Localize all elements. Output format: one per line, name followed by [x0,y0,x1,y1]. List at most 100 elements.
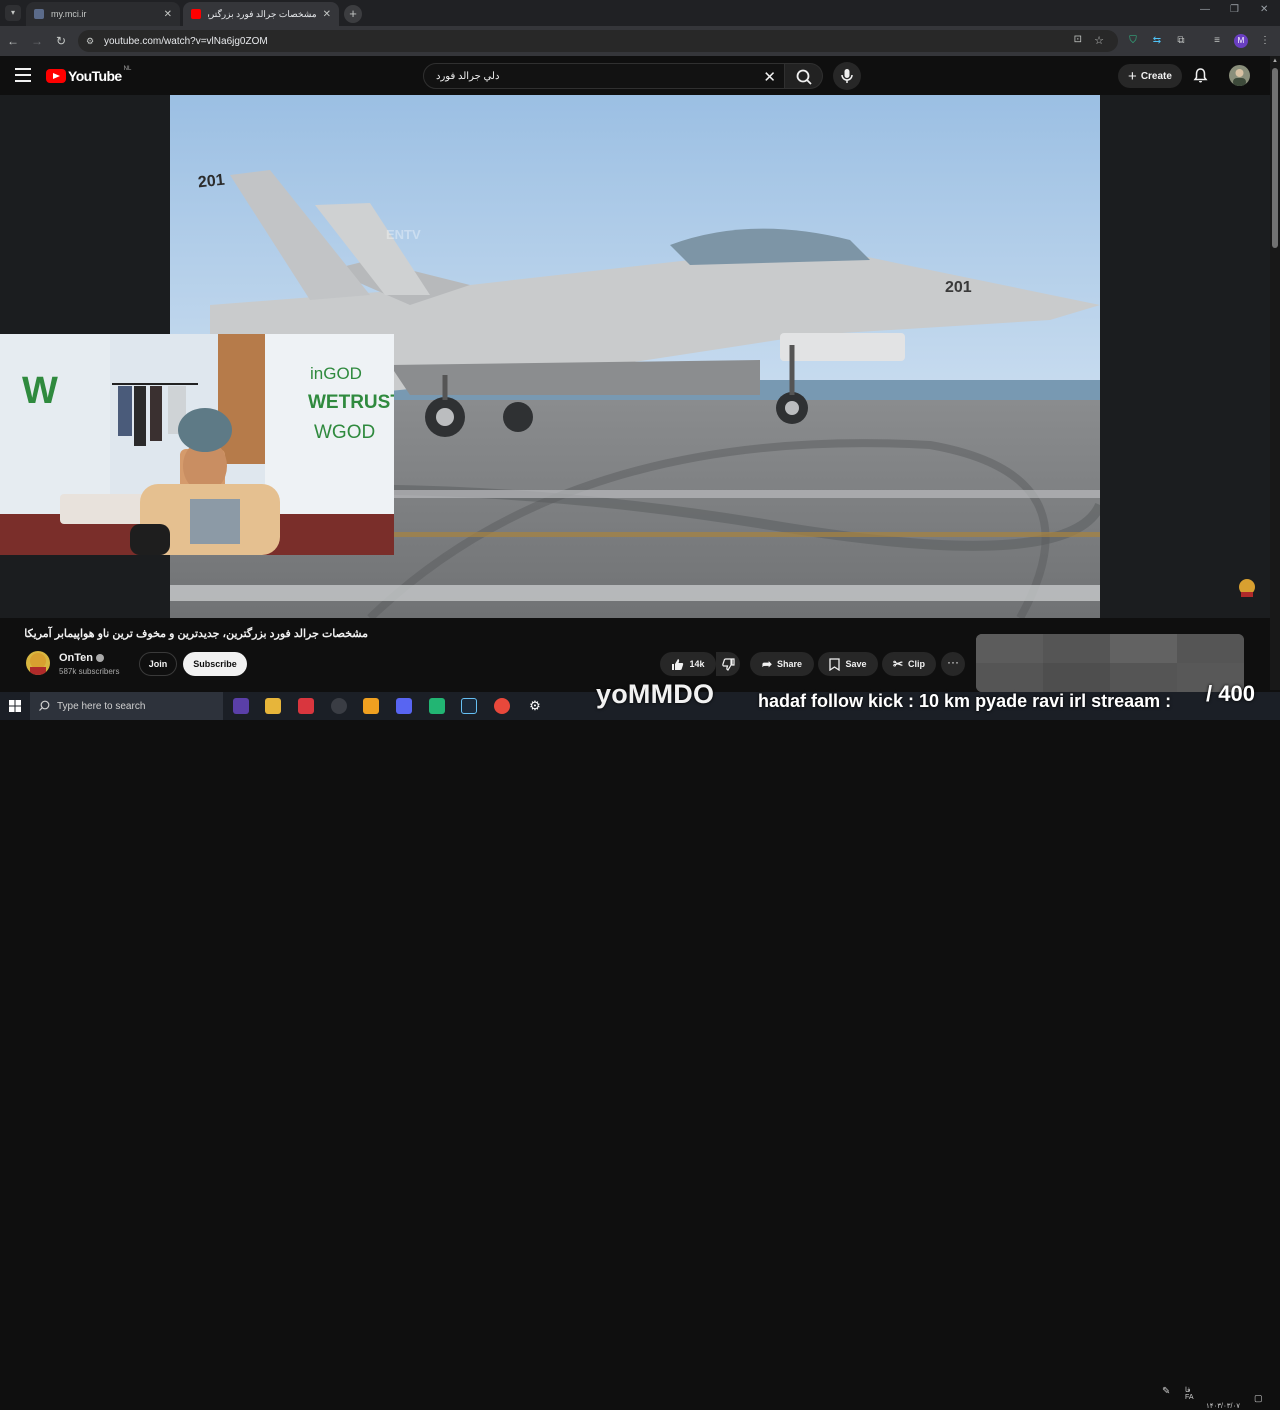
bookmark-star-icon[interactable]: ☆ [1094,34,1104,47]
scrollbar-thumb[interactable] [1272,68,1278,248]
notifications-bell-icon[interactable] [1192,67,1209,84]
video-title: مشخصات جرالد فورد بزرگترین، جدیدترین و م… [24,628,368,640]
windows-start-icon[interactable] [9,700,21,712]
address-bar[interactable]: ⚙ youtube.com/watch?v=vlNa6jg0ZOM ⊡ ☆ [78,30,1118,52]
stream-overlay-counter: / 400 [1206,681,1255,706]
search-input[interactable]: دلي جرالد فورد ✕ [423,63,785,89]
voice-search-button[interactable] [833,62,861,90]
more-actions-icon[interactable]: ··· [941,652,965,676]
sidebar-ad-thumbnail[interactable] [976,634,1244,692]
steam-icon[interactable] [461,698,477,714]
chrome-icon[interactable] [494,698,510,714]
close-tab-icon[interactable]: ✕ [323,9,331,20]
account-avatar[interactable] [1229,65,1250,86]
taskbar-search-input[interactable]: Type here to search [30,692,223,720]
dislike-button[interactable] [716,652,740,676]
minimize-icon[interactable]: — [1200,4,1210,15]
search-icon [796,69,812,85]
wall-graffiti-text: WETRUST [308,392,394,413]
close-window-icon[interactable]: ✕ [1260,4,1268,15]
install-app-icon[interactable]: ⊡ [1074,34,1082,45]
channel-name-text: OnTen [59,652,94,664]
app-icon[interactable] [363,698,379,714]
like-button[interactable]: 14k [660,652,716,676]
settings-gear-icon[interactable]: ⚙ [527,698,543,714]
wall-graffiti-text: WGOD [314,422,376,443]
app-icon[interactable] [298,698,314,714]
notifications-icon[interactable]: ▢ [1254,1393,1263,1404]
share-button[interactable]: ➦ Share [750,652,814,676]
tab-search-menu-icon[interactable]: ▾ [5,5,21,21]
clip-label: Clip [908,659,926,669]
input-language-indicator[interactable]: فا FA [1185,1386,1194,1401]
vpn-extension-icon[interactable]: ⛉ [1126,34,1140,48]
clip-button[interactable]: ✂ Clip [882,652,936,676]
webcam-overlay: W inGOD WETRUST WGOD [0,334,394,555]
close-tab-icon[interactable]: ✕ [164,9,172,20]
youtube-logo[interactable]: YouTube NL [46,66,132,84]
like-count: 14k [689,659,705,669]
forward-icon[interactable]: → [29,33,45,49]
share-arrow-icon: ➦ [761,657,773,671]
video-watermark: ENTV [386,227,421,242]
stream-overlay-ticker: hadaf follow kick : 10 km pyade ravi irl… [758,691,1172,711]
tab-youtube[interactable]: مشخصات جرالد فورد بزرگترین، جد ✕ [183,2,339,26]
page-scrollbar[interactable]: ▲ [1270,56,1280,690]
country-code: NL [123,66,132,72]
share-label: Share [777,659,803,669]
translate-extension-icon[interactable]: ⇆ [1150,34,1164,48]
file-explorer-icon[interactable] [265,698,281,714]
youtube-logo-text: YouTube [68,68,122,84]
restore-icon[interactable]: ❐ [1230,4,1239,15]
app-icon[interactable] [233,698,249,714]
new-tab-button[interactable]: + [344,5,362,23]
menu-hamburger-icon[interactable] [15,68,31,82]
tab-mci[interactable]: my.mci.ir ✕ [26,2,180,26]
create-button[interactable]: + Create [1118,64,1182,88]
jet-tail-number: 201 [197,171,226,192]
pen-icon[interactable]: ✎ [1162,1386,1170,1397]
taskbar-search-placeholder: Type here to search [57,700,146,712]
search-button[interactable] [785,63,823,89]
wall-graffiti-text: inGOD [310,364,362,383]
stream-overlay-name: yoMMDO [596,679,715,709]
browser-tab-strip: ▾ my.mci.ir ✕ مشخصات جرالد فورد بزرگترین… [0,0,1280,26]
channel-watermark-icon[interactable] [1238,578,1256,598]
chrome-menu-icon[interactable]: ⋮ [1258,34,1272,48]
search-icon [39,700,50,711]
reload-icon[interactable]: ↻ [53,33,69,49]
taskbar-date: ۱۴۰۳/۰۳/۰۷ [1206,1403,1240,1410]
save-button[interactable]: Save [818,652,878,676]
url-text: youtube.com/watch?v=vlNa6jg0ZOM [104,35,268,47]
create-label: Create [1140,70,1172,82]
search-query-text: دلي جرالد فورد [436,70,500,82]
clear-search-icon[interactable]: ✕ [763,68,776,86]
channel-avatar[interactable] [26,651,50,675]
youtube-play-icon [46,69,66,83]
language-label: FA [1185,1394,1194,1401]
youtube-header: YouTube NL دلي جرالد فورد ✕ + Create [0,56,1280,95]
discord-icon[interactable] [396,698,412,714]
browser-toolbar: ← → ↻ ⚙ youtube.com/watch?v=vlNa6jg0ZOM … [0,26,1280,56]
join-button[interactable]: Join [139,652,177,676]
tab-favicon-icon [34,9,44,19]
scroll-up-icon[interactable]: ▲ [1272,58,1278,64]
extensions-puzzle-icon[interactable]: ⧉ [1174,34,1188,48]
app-icon[interactable] [429,698,445,714]
plus-icon: + [1128,67,1137,85]
jet-nose-number: 201 [945,279,972,296]
back-icon[interactable]: ← [5,33,21,49]
site-info-icon[interactable]: ⚙ [86,35,98,47]
reading-list-icon[interactable]: ≡ [1210,34,1224,48]
language-label-fa-script: فا [1185,1387,1191,1394]
subscribe-button[interactable]: Subscribe [183,652,247,676]
profile-avatar-icon[interactable]: M [1234,34,1248,48]
tab-title: my.mci.ir [51,9,87,19]
app-icon[interactable] [331,698,347,714]
thumbs-down-icon [721,657,735,671]
scissors-icon: ✂ [892,657,904,671]
verified-badge-icon [96,654,105,662]
thumbs-up-icon [672,658,684,670]
channel-name[interactable]: OnTen [59,652,105,664]
wall-graffiti-letter: W [22,370,58,412]
